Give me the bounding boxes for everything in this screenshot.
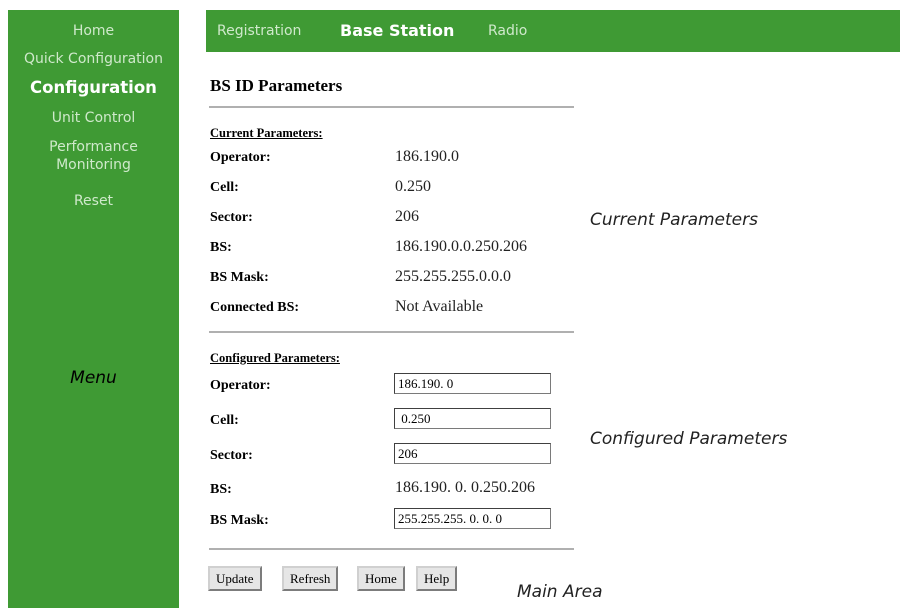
configured-operator-label: Operator: [210,378,271,393]
tab-registration[interactable]: Registration [217,23,301,39]
page-title: BS ID Parameters [210,76,343,95]
current-bs-value: 186.190.0.0.250.206 [395,238,527,255]
configured-bs-value: 186.190. 0. 0.250.206 [395,479,535,496]
cell-input[interactable] [394,408,551,429]
current-bs-mask-value: 255.255.255.0.0.0 [395,268,511,285]
sidebar-item-configuration[interactable]: Configuration [8,79,179,97]
sector-input[interactable] [394,443,551,464]
configured-parameters-annotation: Configured Parameters [590,429,788,449]
configured-bs-mask-label: BS Mask: [210,513,269,528]
sidebar-item-reset[interactable]: Reset [8,192,179,210]
sidebar-menu: Home Quick Configuration Configuration U… [8,10,179,608]
configured-sector-label: Sector: [210,448,253,463]
refresh-button[interactable]: Refresh [282,566,339,591]
current-operator-value: 186.190.0 [395,148,459,165]
current-cell-value: 0.250 [395,178,431,195]
main-area-caption: Main Area [517,582,603,602]
sidebar-item-home[interactable]: Home [8,22,179,40]
current-parameters-heading: Current Parameters: [210,126,323,140]
bs-mask-input[interactable] [394,508,551,529]
divider [209,106,574,108]
current-cell-label: Cell: [210,180,239,195]
sidebar-item-unit-control[interactable]: Unit Control [8,109,179,127]
current-parameters-annotation: Current Parameters [590,210,758,230]
top-tab-bar: Registration Base Station Radio [206,10,900,52]
current-operator-label: Operator: [210,150,271,165]
connected-bs-label: Connected BS: [210,300,300,315]
home-button[interactable]: Home [357,566,405,591]
sidebar-item-monitoring[interactable]: Monitoring [8,156,179,174]
current-bs-mask-label: BS Mask: [210,270,269,285]
divider [209,331,574,333]
configured-parameters-heading: Configured Parameters: [210,351,340,365]
tab-base-station[interactable]: Base Station [340,21,454,40]
sidebar-item-performance[interactable]: Performance [8,138,179,156]
current-sector-label: Sector: [210,210,253,225]
help-button[interactable]: Help [416,566,458,591]
connected-bs-value: Not Available [395,298,484,315]
sidebar-item-quick-configuration[interactable]: Quick Configuration [8,50,179,68]
current-bs-label: BS: [210,240,232,255]
current-sector-value: 206 [395,208,419,225]
menu-caption: Menu [70,368,117,388]
configured-bs-label: BS: [210,482,232,497]
operator-input[interactable] [394,373,551,394]
divider [209,548,574,550]
update-button[interactable]: Update [208,566,262,591]
configured-cell-label: Cell: [210,413,239,428]
tab-radio[interactable]: Radio [488,23,527,39]
